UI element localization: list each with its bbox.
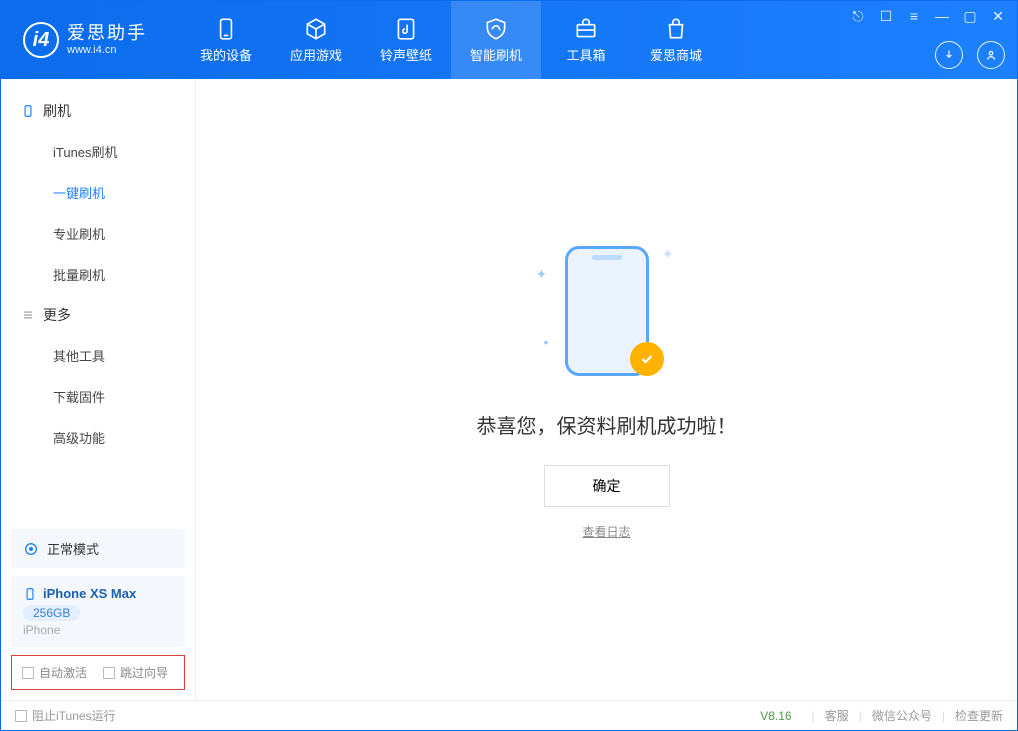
sidebar-item-other-tools[interactable]: 其他工具 <box>1 335 195 376</box>
group-title-label: 更多 <box>43 305 71 325</box>
mode-box[interactable]: 正常模式 <box>11 529 185 568</box>
cube-icon <box>303 16 329 42</box>
list-icon <box>21 308 35 322</box>
tab-my-device[interactable]: 我的设备 <box>181 1 271 79</box>
body: 刷机 iTunes刷机 一键刷机 专业刷机 批量刷机 更多 其他工具 下载固件 … <box>1 79 1017 700</box>
download-button[interactable] <box>935 41 963 69</box>
checkbox-label: 阻止iTunes运行 <box>32 707 116 724</box>
tab-label: 智能刷机 <box>470 45 522 64</box>
ok-button[interactable]: 确定 <box>544 465 670 507</box>
sidebar-group-flash: 刷机 <box>1 91 195 131</box>
menu-icon[interactable]: ≡ <box>905 7 923 25</box>
maximize-icon[interactable]: ▢ <box>961 7 979 25</box>
brand: i4 爱思助手 www.i4.cn <box>1 22 181 58</box>
minimize-icon[interactable]: — <box>933 7 951 25</box>
phone-icon <box>21 104 35 118</box>
bag-icon <box>663 16 689 42</box>
brand-logo-icon: i4 <box>23 22 59 58</box>
highlighted-options: 自动激活 跳过向导 <box>11 655 185 690</box>
sidebar-item-pro-flash[interactable]: 专业刷机 <box>1 213 195 254</box>
check-badge-icon <box>630 342 664 376</box>
shirt-icon[interactable]: ⎋ <box>849 7 867 25</box>
auto-activate-checkbox[interactable]: 自动激活 <box>22 664 87 681</box>
device-icon <box>213 16 239 42</box>
block-itunes-checkbox[interactable]: 阻止iTunes运行 <box>15 707 116 724</box>
brand-name: 爱思助手 <box>67 23 147 44</box>
device-storage: 256GB <box>23 605 80 621</box>
account-button[interactable] <box>977 41 1005 69</box>
tab-label: 工具箱 <box>566 45 605 64</box>
sparkle-icon: • <box>544 334 549 350</box>
titlebar: i4 爱思助手 www.i4.cn 我的设备 应用游戏 铃声壁纸 智能刷机 <box>1 1 1017 79</box>
nav-tabs: 我的设备 应用游戏 铃声壁纸 智能刷机 工具箱 爱思商城 <box>181 1 721 79</box>
sparkle-icon: ✦ <box>536 266 548 283</box>
tab-toolbox[interactable]: 工具箱 <box>541 1 631 79</box>
service-link[interactable]: 客服 <box>825 707 849 724</box>
sidebar-item-itunes-flash[interactable]: iTunes刷机 <box>1 131 195 172</box>
checkbox-label: 跳过向导 <box>120 664 168 681</box>
refresh-shield-icon <box>483 16 509 42</box>
tab-apps-games[interactable]: 应用游戏 <box>271 1 361 79</box>
window-controls: ⎋ ☐ ≡ — ▢ ✕ <box>849 7 1007 25</box>
wechat-link[interactable]: 微信公众号 <box>872 707 932 724</box>
device-icon <box>23 587 37 601</box>
sidebar-item-download-fw[interactable]: 下载固件 <box>1 376 195 417</box>
statusbar: 阻止iTunes运行 V8.16 | 客服 | 微信公众号 | 检查更新 <box>1 700 1017 730</box>
music-file-icon <box>393 16 419 42</box>
skip-wizard-checkbox[interactable]: 跳过向导 <box>103 664 168 681</box>
check-update-link[interactable]: 检查更新 <box>955 707 1003 724</box>
version-label: V8.16 <box>760 709 791 723</box>
device-type: iPhone <box>23 623 173 637</box>
check-icon <box>638 350 656 368</box>
tab-label: 应用游戏 <box>290 45 342 64</box>
lock-icon[interactable]: ☐ <box>877 7 895 25</box>
checkbox-icon <box>22 667 34 679</box>
main-content: ✦ ✦ • 恭喜您，保资料刷机成功啦！ 确定 查看日志 <box>196 79 1017 700</box>
success-message: 恭喜您，保资料刷机成功啦！ <box>477 410 737 439</box>
group-title-label: 刷机 <box>43 101 71 121</box>
sidebar: 刷机 iTunes刷机 一键刷机 专业刷机 批量刷机 更多 其他工具 下载固件 … <box>1 79 196 700</box>
sparkle-icon: ✦ <box>662 246 674 263</box>
checkbox-icon <box>103 667 115 679</box>
mode-label: 正常模式 <box>47 539 99 558</box>
user-icon <box>984 48 998 62</box>
tab-ringtone-wallpaper[interactable]: 铃声壁纸 <box>361 1 451 79</box>
app-window: i4 爱思助手 www.i4.cn 我的设备 应用游戏 铃声壁纸 智能刷机 <box>0 0 1018 731</box>
sidebar-item-advanced[interactable]: 高级功能 <box>1 417 195 458</box>
sidebar-item-batch-flash[interactable]: 批量刷机 <box>1 254 195 295</box>
tab-store[interactable]: 爱思商城 <box>631 1 721 79</box>
toolbox-icon <box>573 16 599 42</box>
view-log-link[interactable]: 查看日志 <box>582 523 630 540</box>
tab-label: 我的设备 <box>200 45 252 64</box>
close-icon[interactable]: ✕ <box>989 7 1007 25</box>
tab-label: 铃声壁纸 <box>380 45 432 64</box>
tab-smart-flash[interactable]: 智能刷机 <box>451 1 541 79</box>
tab-label: 爱思商城 <box>650 45 702 64</box>
sidebar-group-more: 更多 <box>1 295 195 335</box>
mode-icon <box>23 541 39 557</box>
brand-url: www.i4.cn <box>67 44 147 57</box>
sidebar-item-oneclick-flash[interactable]: 一键刷机 <box>1 172 195 213</box>
device-name: iPhone XS Max <box>43 586 136 601</box>
checkbox-label: 自动激活 <box>39 664 87 681</box>
download-icon <box>942 48 956 62</box>
checkbox-icon <box>15 710 27 722</box>
success-illustration: ✦ ✦ • <box>532 240 682 390</box>
device-box[interactable]: iPhone XS Max 256GB iPhone <box>11 576 185 647</box>
